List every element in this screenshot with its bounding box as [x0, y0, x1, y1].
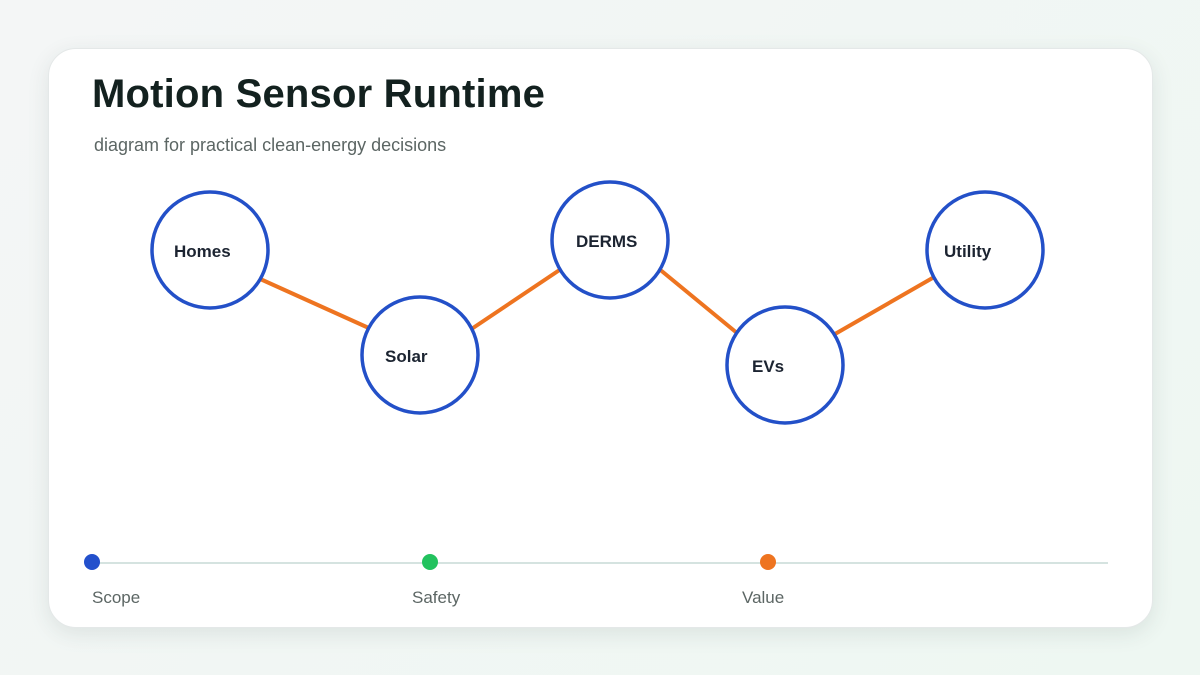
legend-label-safety: Safety	[412, 588, 461, 607]
node-label: EVs	[752, 357, 784, 376]
edge-solar-derms	[468, 267, 563, 332]
node-homes[interactable]: Homes	[150, 190, 270, 310]
edge-derms-evs	[656, 266, 739, 335]
node-utility[interactable]: Utility	[925, 190, 1045, 310]
node-label: Homes	[174, 242, 231, 261]
node-solar[interactable]: Solar	[360, 295, 480, 415]
legend-dot-value	[760, 554, 776, 570]
legend-dot-scope	[84, 554, 100, 570]
edge-evs-utility	[833, 274, 938, 336]
flow-diagram: Homes Solar DERMS EVs Utility	[84, 180, 1108, 570]
node-label: DERMS	[576, 232, 637, 251]
node-label: Utility	[944, 242, 992, 261]
legend-label-scope: Scope	[92, 588, 141, 607]
legend-dot-safety	[422, 554, 438, 570]
edge-homes-solar	[256, 276, 373, 331]
node-label: Solar	[385, 347, 428, 366]
legend-label-value: Value	[742, 588, 785, 607]
node-evs[interactable]: EVs	[725, 305, 845, 425]
node-derms[interactable]: DERMS	[550, 180, 670, 300]
